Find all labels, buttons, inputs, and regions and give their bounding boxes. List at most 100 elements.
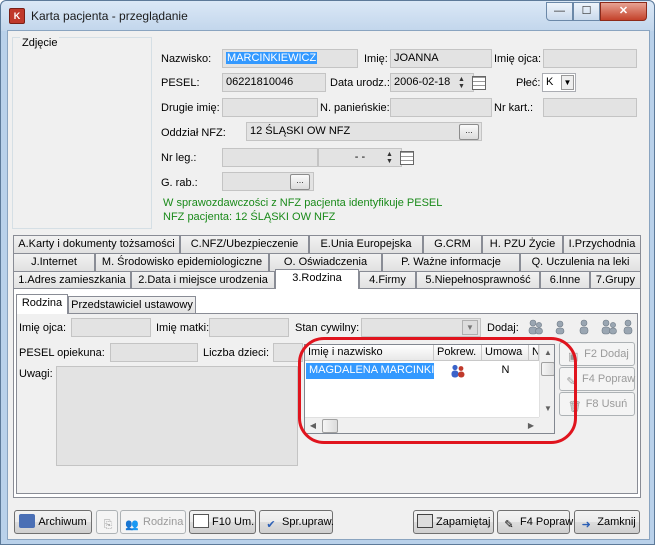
f10-um-button[interactable]: F10 Um. [189, 510, 256, 534]
spin-updown-icon[interactable]: ▲ ▼ [457, 76, 466, 90]
pesel-field[interactable]: 06221810046 [222, 73, 326, 92]
nfz-info-line1: W sprawozdawczości z NFZ pacjenta identy… [163, 197, 443, 209]
tab-i-przychodnia[interactable]: I.Przychodnia [563, 235, 641, 253]
chevron-down-icon[interactable]: ▼ [561, 75, 574, 90]
list-icon [193, 514, 209, 528]
tab-p-wazne[interactable]: P. Ważne informacje [382, 253, 520, 271]
f2-dodaj-button[interactable]: ▣ F2 Dodaj [559, 342, 635, 366]
archive-icon [19, 514, 36, 528]
verify-icon: ✔ [266, 519, 276, 531]
maximize-icon[interactable]: ☐ [573, 2, 600, 21]
family-grid[interactable]: Imię i nazwisko Pokrew. Umowa N MAGDALEN… [304, 344, 555, 434]
grid-horizontal-scrollbar[interactable]: ◀ ▶ [305, 417, 539, 433]
tab-2-data[interactable]: 2.Data i miejsce urodzenia [131, 271, 275, 289]
trash-icon: 🗑 [567, 401, 582, 413]
imie-label: Imię: [364, 53, 388, 65]
imie-field[interactable]: JOANNA [390, 49, 492, 68]
tab-e-unia[interactable]: E.Unia Europejska [309, 235, 423, 253]
minimize-icon[interactable]: — [546, 2, 573, 21]
horizontal-scroll-thumb[interactable] [322, 419, 338, 433]
nr-leg-field[interactable] [222, 148, 318, 167]
imie-ojca-field[interactable] [543, 49, 637, 68]
f8-usun-button[interactable]: 🗑 F8 Usuń [559, 392, 635, 416]
window: K Karta pacjenta - przeglądanie — ☐ ✕ Zd… [0, 0, 655, 545]
tab-a-karty[interactable]: A.Karty i dokumenty tożsamości [13, 235, 180, 253]
edit-icon: ✎ [566, 376, 576, 388]
g-rab-ellipsis-button[interactable]: ... [290, 174, 310, 190]
scroll-corner [539, 417, 554, 433]
plec-select[interactable]: K ▼ [542, 73, 576, 92]
family-icon: 👥 [125, 519, 139, 531]
tab-1-adres[interactable]: 1.Adres zamieszkania [13, 271, 131, 289]
exit-icon: ➜ [581, 519, 591, 531]
liczba-dzieci-field[interactable] [273, 343, 303, 362]
tab-m-srodowisko[interactable]: M. Środowisko epidemiologiczne [95, 253, 269, 271]
subtab-rodzina[interactable]: Rodzina [16, 294, 68, 314]
close-icon[interactable]: ✕ [600, 2, 647, 21]
chevron-down-icon[interactable]: ▼ [462, 320, 478, 335]
column-header-n[interactable]: N [529, 345, 539, 361]
imie-matki-field[interactable] [209, 318, 289, 337]
spin-updown-icon[interactable]: ▲ ▼ [385, 151, 394, 165]
tab-3-rodzina[interactable]: 3.Rodzina [275, 269, 359, 289]
subtab-przedstawiciel[interactable]: Przedstawiciel ustawowy [68, 296, 196, 314]
plec-label: Płeć: [516, 77, 541, 89]
title-bar[interactable]: K Karta pacjenta - przeglądanie — ☐ ✕ [1, 1, 654, 31]
drugie-imie-field[interactable] [222, 98, 318, 117]
spr-upraw-button[interactable]: ✔ Spr.upraw. [259, 510, 334, 534]
nr-kart-field[interactable] [543, 98, 637, 117]
g-rab-label: G. rab.: [161, 177, 198, 189]
zamknij-button[interactable]: ➜ Zamknij [574, 510, 640, 534]
oddzial-nfz-ellipsis-button[interactable]: ... [459, 124, 479, 140]
liczba-dzieci-label: Liczba dzieci: [203, 347, 270, 359]
column-header-umowa[interactable]: Umowa [482, 345, 529, 361]
edit-icon: ✎ [504, 519, 514, 531]
tab-j-internet[interactable]: J.Internet [13, 253, 95, 271]
scroll-left-icon[interactable]: ◀ [305, 418, 321, 433]
add-icon: ▣ [567, 351, 579, 363]
f4-popraw-side-button[interactable]: ✎ F4 Popraw [559, 367, 635, 391]
imie-matki-label: Imię matki: [156, 322, 210, 334]
tab-g-crm[interactable]: G.CRM [423, 235, 482, 253]
photo-label: Zdjęcie [20, 37, 60, 49]
tab-6-inne[interactable]: 6.Inne [540, 271, 590, 289]
nazwisko-field[interactable]: MARCINKIEWICZ [222, 49, 358, 68]
pesel-opiekuna-field[interactable] [110, 343, 198, 362]
n-panienskie-field[interactable] [390, 98, 492, 117]
rodzina-imie-ojca-label: Imię ojca: [19, 322, 67, 334]
table-row[interactable]: MAGDALENA MARCINKIEWICZ N [305, 362, 539, 380]
column-header-pokrew[interactable]: Pokrew. [434, 345, 482, 361]
scroll-right-icon[interactable]: ▶ [523, 418, 539, 433]
document-icon: ⎘ [103, 519, 113, 531]
pesel-opiekuna-label: PESEL opiekuna: [19, 347, 105, 359]
archiwum-button[interactable]: Archiwum [14, 510, 92, 534]
uwagi-label: Uwagi: [19, 368, 53, 380]
nfz-info-line2: NFZ pacjenta: 12 ŚLĄSKI OW NFZ [163, 211, 336, 223]
nr-leg-label: Nr leg.: [161, 152, 197, 164]
f4-popraw-button[interactable]: ✎ F4 Popraw [497, 510, 573, 534]
scroll-up-icon[interactable]: ▲ [540, 345, 554, 361]
tab-h-pzu[interactable]: H. PZU Życie [482, 235, 563, 253]
uwagi-textarea[interactable] [56, 366, 298, 466]
oddzial-nfz-field[interactable]: 12 ŚLĄSKI OW NFZ [246, 122, 482, 141]
calendar-icon[interactable] [472, 76, 486, 90]
rodzina-button[interactable]: 👥 Rodzina [120, 510, 186, 534]
vertical-scroll-thumb[interactable] [541, 362, 554, 376]
column-header-name[interactable]: Imię i nazwisko [305, 345, 434, 361]
stan-cywilny-label: Stan cywilny: [295, 322, 360, 334]
zapamietaj-button[interactable]: Zapamiętaj [413, 510, 494, 534]
calendar-icon[interactable] [400, 151, 414, 165]
drugie-imie-label: Drugie imię: [161, 102, 220, 114]
tab-4-firmy[interactable]: 4.Firmy [359, 271, 416, 289]
grid-vertical-scrollbar[interactable]: ▲ ▼ [539, 345, 554, 417]
tab-c-nfz[interactable]: C.NFZ/Ubezpieczenie [180, 235, 309, 253]
rodzina-imie-ojca-field[interactable] [71, 318, 151, 337]
tab-7-grupy[interactable]: 7.Grupy [590, 271, 641, 289]
nr-kart-label: Nr kart.: [494, 102, 534, 114]
nazwisko-label: Nazwisko: [161, 53, 212, 65]
tab-q-uczulenia[interactable]: Q. Uczulenia na leki [520, 253, 641, 271]
document-button[interactable]: ⎘ [96, 510, 118, 534]
family-icon [451, 364, 465, 378]
scroll-down-icon[interactable]: ▼ [540, 401, 554, 417]
tab-5-niepelnosprawnosc[interactable]: 5.Niepełnosprawność [416, 271, 540, 289]
